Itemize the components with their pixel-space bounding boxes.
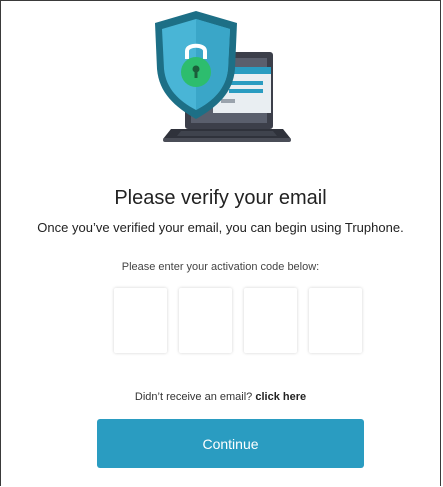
page-title: Please verify your email	[114, 187, 327, 209]
code-digit-2-input[interactable]	[179, 288, 232, 353]
resend-text: Didn’t receive an email?	[134, 391, 253, 403]
page-subtitle: Once you’ve verified your email, you can…	[37, 220, 404, 235]
code-digit-3-input[interactable]	[244, 288, 297, 353]
verify-email-panel: Please verify your email Once you’ve ver…	[0, 0, 441, 486]
code-digit-1-input[interactable]	[114, 288, 167, 353]
activation-code-inputs	[114, 288, 362, 353]
code-digit-4-input[interactable]	[309, 288, 362, 353]
continue-button[interactable]: Continue	[97, 419, 364, 468]
shield-laptop-icon	[151, 7, 301, 147]
resend-line: Didn’t receive an email? click here	[1, 391, 440, 403]
resend-link[interactable]: click here	[255, 391, 306, 403]
code-prompt: Please enter your activation code below:	[121, 261, 320, 273]
